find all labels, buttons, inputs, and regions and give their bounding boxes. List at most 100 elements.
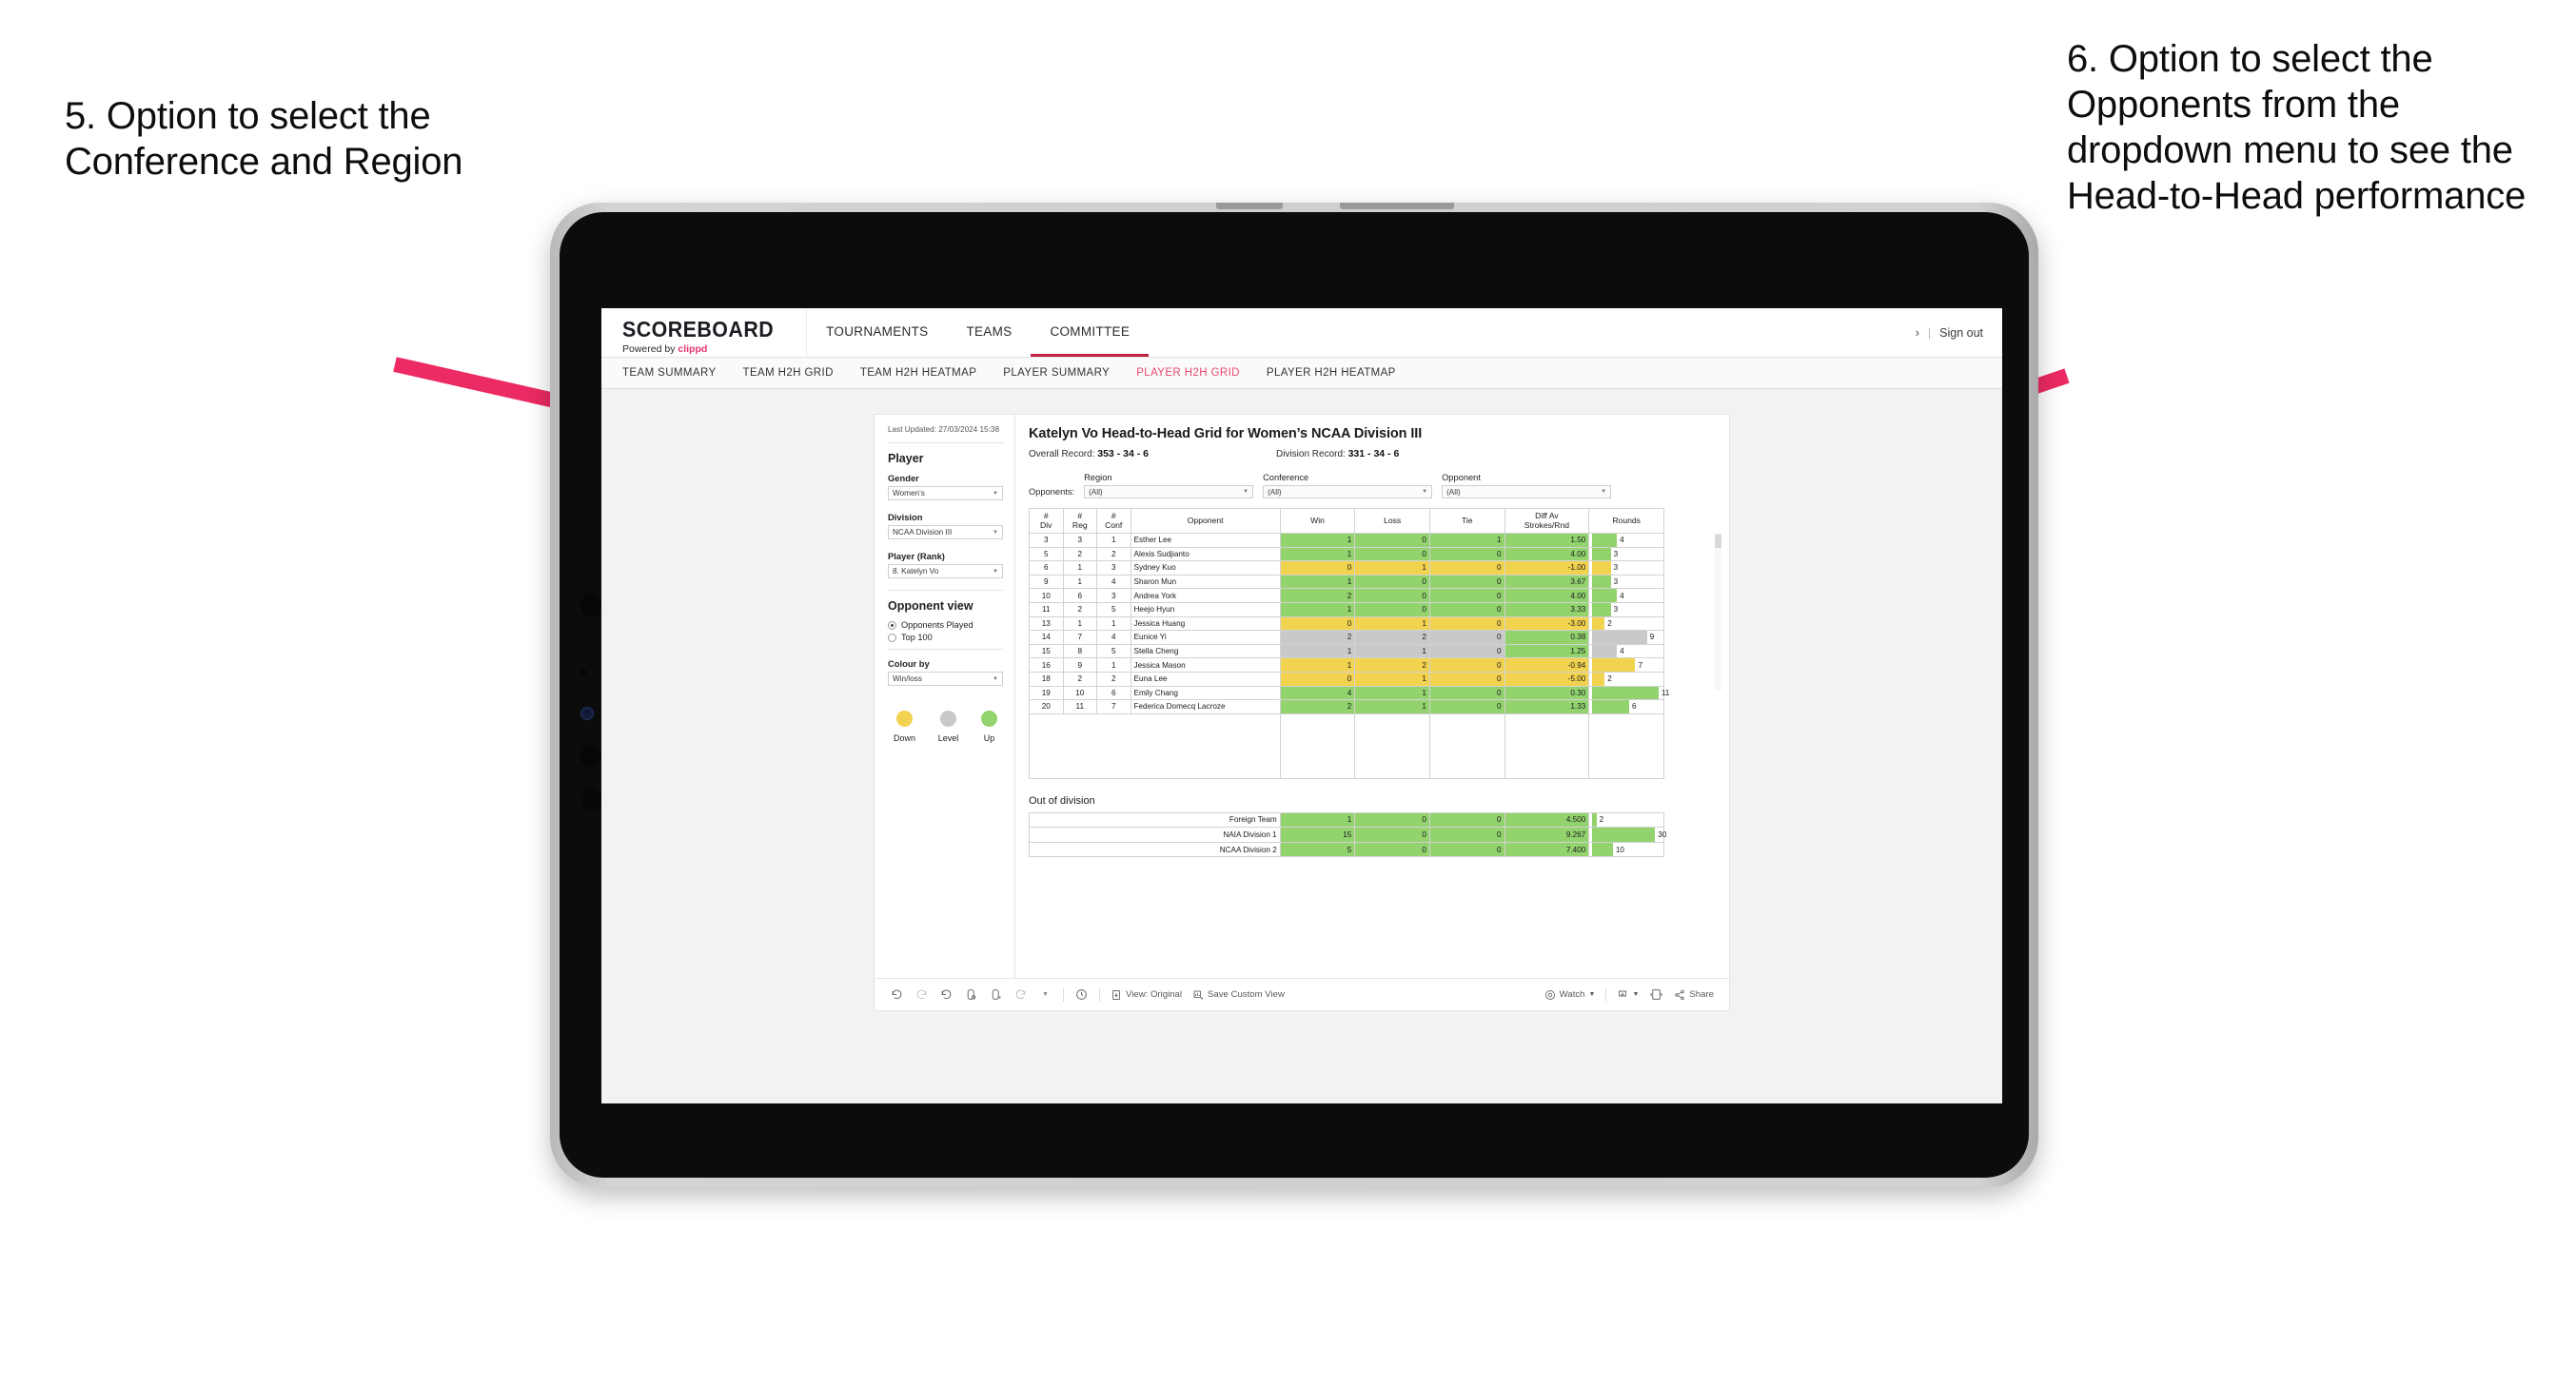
chevron-down-icon: ▼ — [993, 529, 998, 536]
cell-win: 1 — [1279, 574, 1356, 590]
watch-button[interactable]: Watch ▼ — [1544, 989, 1595, 1001]
cell-div: 11 — [1029, 601, 1064, 617]
cell-rounds: 9 — [1588, 630, 1664, 645]
table-row[interactable]: 10 6 3 Andrea York 2 0 0 4.00 4 — [1029, 588, 1664, 603]
table-row[interactable]: 18 2 2 Euna Lee 0 1 0 -5.00 2 — [1029, 671, 1664, 687]
filler-cell — [1428, 726, 1505, 740]
cell-diff: 1.50 — [1504, 533, 1590, 548]
rounds-value: 30 — [1658, 830, 1667, 840]
view-original-button[interactable]: View: Original — [1111, 989, 1182, 1001]
cell-div: 13 — [1029, 615, 1064, 632]
cell-div: 6 — [1029, 560, 1064, 576]
table-row[interactable]: NAIA Division 1 15 0 0 9.267 30 — [1029, 827, 1666, 843]
colour-by-field: Colour by Win/loss ▼ — [888, 658, 1003, 687]
fullscreen-icon[interactable] — [1649, 987, 1663, 1002]
table-row[interactable]: 19 10 6 Emily Chang 4 1 0 0.30 11 — [1029, 685, 1669, 701]
save-custom-view-button[interactable]: Save Custom View — [1192, 989, 1285, 1001]
tab-team-summary[interactable]: TEAM SUMMARY — [622, 367, 717, 379]
cell-loss: 1 — [1354, 615, 1430, 632]
chevron-down-icon[interactable]: ▼ — [1038, 987, 1052, 1002]
cell-tie: 1 — [1428, 533, 1505, 548]
rounds-bar — [1592, 561, 1611, 575]
nav-committee[interactable]: COMMITTEE — [1031, 308, 1150, 357]
table-row[interactable]: 15 8 5 Stella Cheng 1 1 0 1.25 4 — [1029, 643, 1664, 659]
radio-top-100[interactable]: Top 100 — [888, 633, 1003, 642]
tablet-device: SCOREBOARD Powered by clippd TOURNAMENTS… — [550, 203, 2038, 1187]
rounds-bar — [1592, 534, 1618, 547]
nav-tournaments[interactable]: TOURNAMENTS — [807, 308, 947, 357]
gender-select[interactable]: Women’s ▼ — [888, 486, 1003, 501]
refresh-data-icon[interactable] — [964, 987, 978, 1002]
table-row[interactable]: 14 7 4 Eunice Yi 2 2 0 0.38 9 — [1029, 630, 1664, 645]
tab-player-summary[interactable]: PLAYER SUMMARY — [1003, 367, 1110, 379]
brand-title: SCOREBOARD — [622, 316, 775, 342]
rounds-bar-cell: 30 — [1592, 828, 1666, 842]
cell-opponent: Jessica Mason — [1130, 657, 1281, 673]
region-filter: Region (All) ▼ — [1084, 473, 1254, 498]
rounds-bar — [1592, 658, 1636, 672]
reset-icon[interactable] — [1013, 987, 1028, 1002]
table-row[interactable]: 13 1 1 Jessica Huang 0 1 0 -3.00 2 — [1029, 615, 1664, 632]
cell-div: 14 — [1029, 630, 1064, 645]
cell-diff: 9.267 — [1504, 827, 1590, 843]
cell-tie: 0 — [1428, 841, 1505, 858]
table-row[interactable]: 3 3 1 Esther Lee 1 0 1 1.50 4 — [1029, 533, 1664, 548]
filler-cell — [1354, 752, 1430, 766]
cell-rounds: 4 — [1588, 643, 1664, 659]
undo-icon[interactable] — [890, 987, 904, 1002]
nav-teams[interactable]: TEAMS — [947, 308, 1031, 357]
redo-icon[interactable] — [914, 987, 929, 1002]
download-button[interactable]: ▼ — [1617, 989, 1639, 1001]
legend-dot-up — [981, 711, 997, 728]
chevron-down-icon: ▼ — [1422, 489, 1428, 495]
player-rank-select[interactable]: 8. Katelyn Vo ▼ — [888, 564, 1003, 579]
division-select[interactable]: NCAA Division III ▼ — [888, 525, 1003, 540]
card-body: Last Updated: 27/03/2024 15:38 Player Ge… — [875, 415, 1729, 978]
chevron-right-icon[interactable]: › — [1916, 326, 1919, 340]
rounds-value: 6 — [1632, 702, 1637, 712]
cell-rounds: 3 — [1588, 560, 1664, 576]
filler-cell — [1504, 765, 1590, 779]
opponent-select[interactable]: (All) ▼ — [1442, 485, 1612, 498]
table-row[interactable]: 20 11 7 Federica Domecq Lacroze 2 1 0 1.33 6 — [1029, 699, 1664, 714]
grid-scrollbar[interactable] — [1715, 533, 1721, 691]
radio-opponents-played[interactable]: Opponents Played — [888, 620, 1003, 630]
grid-scrollbar-thumb[interactable] — [1715, 535, 1721, 548]
tab-player-h2h-grid[interactable]: PLAYER H2H GRID — [1136, 367, 1240, 379]
pause-refresh-icon[interactable] — [989, 987, 1003, 1002]
share-button[interactable]: Share — [1674, 989, 1714, 1001]
colour-by-select[interactable]: Win/loss ▼ — [888, 672, 1003, 687]
rounds-bar-cell: 4 — [1592, 534, 1661, 547]
cell-loss: 1 — [1354, 643, 1430, 659]
rounds-value: 2 — [1599, 815, 1604, 825]
tab-team-h2h-grid[interactable]: TEAM H2H GRID — [743, 367, 834, 379]
conference-select[interactable]: (All) ▼ — [1263, 485, 1433, 498]
table-row[interactable]: 5 2 2 Alexis Sudjianto 1 0 0 4.00 3 — [1029, 546, 1664, 562]
table-row[interactable]: 11 2 5 Heejo Hyun 1 0 0 3.33 3 — [1029, 601, 1664, 617]
revert-icon[interactable] — [939, 987, 954, 1002]
cell-diff: 1.25 — [1504, 643, 1590, 659]
cell-win: 1 — [1279, 811, 1356, 829]
opponents-label: Opponents: — [1029, 487, 1075, 497]
table-row[interactable]: 6 1 3 Sydney Kuo 0 1 0 -1.00 3 — [1029, 560, 1664, 576]
cell-conf: 4 — [1096, 574, 1131, 590]
annotation-right: 6. Option to select the Opponents from t… — [2067, 38, 2527, 217]
table-row[interactable]: 16 9 1 Jessica Mason 1 2 0 -0.94 7 — [1029, 657, 1664, 673]
region-select[interactable]: (All) ▼ — [1084, 485, 1254, 498]
tab-team-h2h-heatmap[interactable]: TEAM H2H HEATMAP — [860, 367, 976, 379]
col-rounds: Rounds — [1588, 508, 1664, 534]
cell-div: 18 — [1029, 671, 1064, 687]
overall-record: Overall Record: 353 - 34 - 6 — [1029, 448, 1276, 459]
rounds-value: 7 — [1638, 660, 1643, 670]
table-row[interactable]: 9 1 4 Sharon Mun 1 0 0 3.67 3 — [1029, 574, 1664, 590]
filler-cell — [1588, 726, 1664, 740]
cell-opponent: Federica Domecq Lacroze — [1130, 699, 1281, 714]
rounds-bar — [1592, 547, 1611, 561]
clock-icon[interactable] — [1074, 987, 1089, 1002]
top-navigation-items: TOURNAMENTS TEAMS COMMITTEE — [807, 308, 1150, 357]
sign-out-link[interactable]: Sign out — [1939, 326, 1983, 340]
table-row[interactable]: NCAA Division 2 5 0 0 7.400 10 — [1029, 841, 1664, 858]
filler-cell — [1588, 765, 1664, 779]
tab-player-h2h-heatmap[interactable]: PLAYER H2H HEATMAP — [1267, 367, 1396, 379]
table-row[interactable]: Foreign Team 1 0 0 4.500 2 — [1029, 811, 1664, 829]
